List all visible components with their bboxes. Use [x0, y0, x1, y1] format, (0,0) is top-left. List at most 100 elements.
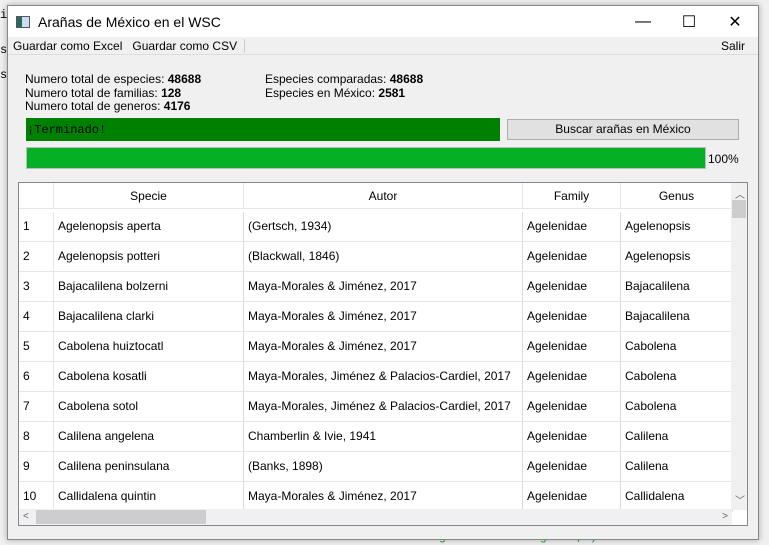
table-cell[interactable]: Maya-Morales & Jiménez, 2017 — [244, 482, 523, 511]
table-header: Specie Autor Family Genus — [19, 183, 733, 209]
column-header[interactable]: Family — [523, 183, 621, 208]
row-number[interactable]: 8 — [19, 422, 54, 451]
row-number[interactable]: 3 — [19, 272, 54, 301]
table-row[interactable]: 1 Agelenopsis aperta (Gertsch, 1934) Agelen… — [19, 212, 733, 242]
table-row[interactable]: 3 Bajacalilena bolzerni Maya-Morales & Jim… — [19, 272, 733, 302]
row-number[interactable]: 5 — [19, 332, 54, 361]
vertical-scroll-thumb[interactable] — [732, 200, 746, 218]
table-row[interactable]: 2 Agelenopsis potteri (Blackwall, 1846) Age… — [19, 242, 733, 272]
menu-exit[interactable]: Salir — [716, 39, 750, 53]
table-cell[interactable]: Calilena — [621, 422, 733, 451]
row-number[interactable]: 7 — [19, 392, 54, 421]
table-cell[interactable]: Cabolena — [621, 332, 733, 361]
progress-fill — [27, 148, 705, 168]
table-cell[interactable]: Agelenidae — [523, 212, 621, 241]
table-cell[interactable]: Agelenidae — [523, 482, 621, 511]
table-row[interactable]: 6 Cabolena kosatli Maya-Morales, Jiménez &… — [19, 362, 733, 392]
table-cell[interactable]: Agelenidae — [523, 242, 621, 271]
table-cell[interactable]: Agelenidae — [523, 392, 621, 421]
table-cell[interactable]: Maya-Morales & Jiménez, 2017 — [244, 332, 523, 361]
table-cell[interactable]: Chamberlin & Ivie, 1941 — [244, 422, 523, 451]
species-table: Specie Autor Family Genus 10 Callidalena quin… — [18, 182, 748, 526]
menu-save-csv[interactable]: Guardar como CSV — [127, 39, 242, 53]
row-number[interactable]: 10 — [19, 482, 54, 511]
row-number[interactable]: 1 — [19, 212, 54, 241]
table-row[interactable]: 7 Cabolena sotol Maya-Morales, Jiménez & P… — [19, 392, 733, 422]
scroll-left-icon[interactable]: < — [23, 511, 29, 522]
stats-right: Especies comparadas: 48688 Especies en M… — [265, 72, 423, 100]
families-label: Numero total de familias: — [25, 85, 158, 100]
species-value: 48688 — [167, 72, 202, 86]
menu-save-excel[interactable]: Guardar como Excel — [8, 39, 127, 53]
table-cell[interactable]: Callidalena — [621, 482, 733, 511]
table-cell[interactable]: Agelenopsis aperta — [54, 212, 244, 241]
table-cell[interactable]: Agelenopsis — [621, 242, 733, 271]
row-number[interactable]: 9 — [19, 452, 54, 481]
stats-left: Numero total de especies: 48688 Numero t… — [25, 72, 202, 114]
window-title: Arañas de México en el WSC — [38, 13, 221, 30]
status-label: ¡Terminado! — [26, 118, 500, 141]
scroll-down-icon[interactable]: ﹀ — [735, 492, 745, 507]
row-number[interactable]: 2 — [19, 242, 54, 271]
scroll-right-icon[interactable]: > — [722, 511, 728, 522]
table-cell[interactable]: Callidalena quintin — [54, 482, 244, 511]
table-cell[interactable]: (Blackwall, 1846) — [244, 242, 523, 271]
genera-label: Numero total de generos: — [25, 99, 161, 113]
main-window: Arañas de México en el WSC — ☐ ✕ Guardar… — [7, 5, 759, 540]
table-cell[interactable]: Cabolena — [621, 362, 733, 391]
table-row[interactable]: 5 Cabolena huiztocatl Maya-Morales & Jimén… — [19, 332, 733, 362]
table-cell[interactable]: Maya-Morales & Jiménez, 2017 — [244, 302, 523, 331]
maximize-button[interactable]: ☐ — [666, 6, 712, 37]
table-row[interactable]: 8 Calilena angelena Chamberlin & Ivie, 194… — [19, 422, 733, 452]
table-row[interactable]: 9 Calilena peninsulana (Banks, 1898) Agelen… — [19, 452, 733, 482]
column-header[interactable] — [19, 183, 54, 208]
scroll-up-icon[interactable]: ︿ — [735, 186, 745, 201]
search-button[interactable]: Buscar arañas en México — [507, 119, 739, 140]
minimize-button[interactable]: — — [620, 6, 666, 37]
horizontal-scroll-thumb[interactable] — [36, 510, 206, 524]
table-cell[interactable]: (Banks, 1898) — [244, 452, 523, 481]
row-number[interactable]: 6 — [19, 362, 54, 391]
table-cell[interactable]: Bajacalilena bolzerni — [54, 272, 244, 301]
app-icon — [16, 15, 30, 28]
table-cell[interactable]: Cabolena — [621, 392, 733, 421]
table-cell[interactable]: (Gertsch, 1934) — [244, 212, 523, 241]
compared-label: Especies comparadas: — [265, 72, 387, 86]
table-cell[interactable]: Maya-Morales, Jiménez & Palacios-Cardiel… — [244, 392, 523, 421]
table-cell[interactable]: Calilena — [621, 452, 733, 481]
table-cell[interactable]: Cabolena sotol — [54, 392, 244, 421]
table-cell[interactable]: Agelenopsis potteri — [54, 242, 244, 271]
table-cell[interactable]: Calilena peninsulana — [54, 452, 244, 481]
progress-bar — [26, 147, 706, 169]
table-cell[interactable]: Agelenidae — [523, 452, 621, 481]
table-cell[interactable]: Bajacalilena — [621, 272, 733, 301]
table-row[interactable]: 10 Callidalena quintin Maya-Morales & Jimé… — [19, 482, 733, 512]
title-bar: Arañas de México en el WSC — ☐ ✕ — [8, 6, 758, 37]
column-header[interactable]: Genus — [621, 183, 733, 208]
progress-label: 100% — [708, 152, 739, 166]
table-cell[interactable]: Agelenopsis — [621, 212, 733, 241]
table-cell[interactable]: Agelenidae — [523, 302, 621, 331]
table-cell[interactable]: Agelenidae — [523, 422, 621, 451]
table-row[interactable]: 4 Bajacalilena clarki Maya-Morales & Jimén… — [19, 302, 733, 332]
table-cell[interactable]: Agelenidae — [523, 272, 621, 301]
column-header[interactable]: Autor — [244, 183, 523, 208]
row-number[interactable]: 4 — [19, 302, 54, 331]
mexico-value: 2581 — [378, 85, 406, 100]
table-cell[interactable]: Agelenidae — [523, 332, 621, 361]
table-cell[interactable]: Bajacalilena clarki — [54, 302, 244, 331]
column-header[interactable]: Specie — [54, 183, 244, 208]
table-cell[interactable]: Cabolena kosatli — [54, 362, 244, 391]
table-cell[interactable]: Bajacalilena — [621, 302, 733, 331]
table-cell[interactable]: Cabolena huiztocatl — [54, 332, 244, 361]
close-button[interactable]: ✕ — [712, 6, 758, 37]
menu-separator — [244, 38, 246, 53]
vertical-scrollbar[interactable]: ︿ ﹀ — [731, 183, 747, 510]
species-label: Numero total de especies: — [25, 72, 165, 86]
table-cell[interactable]: Maya-Morales, Jiménez & Palacios-Cardiel… — [244, 362, 523, 391]
table-cell[interactable]: Calilena angelena — [54, 422, 244, 451]
horizontal-scrollbar[interactable]: < > — [19, 509, 732, 525]
genera-value: 4176 — [163, 99, 191, 113]
table-cell[interactable]: Maya-Morales & Jiménez, 2017 — [244, 272, 523, 301]
table-cell[interactable]: Agelenidae — [523, 362, 621, 391]
